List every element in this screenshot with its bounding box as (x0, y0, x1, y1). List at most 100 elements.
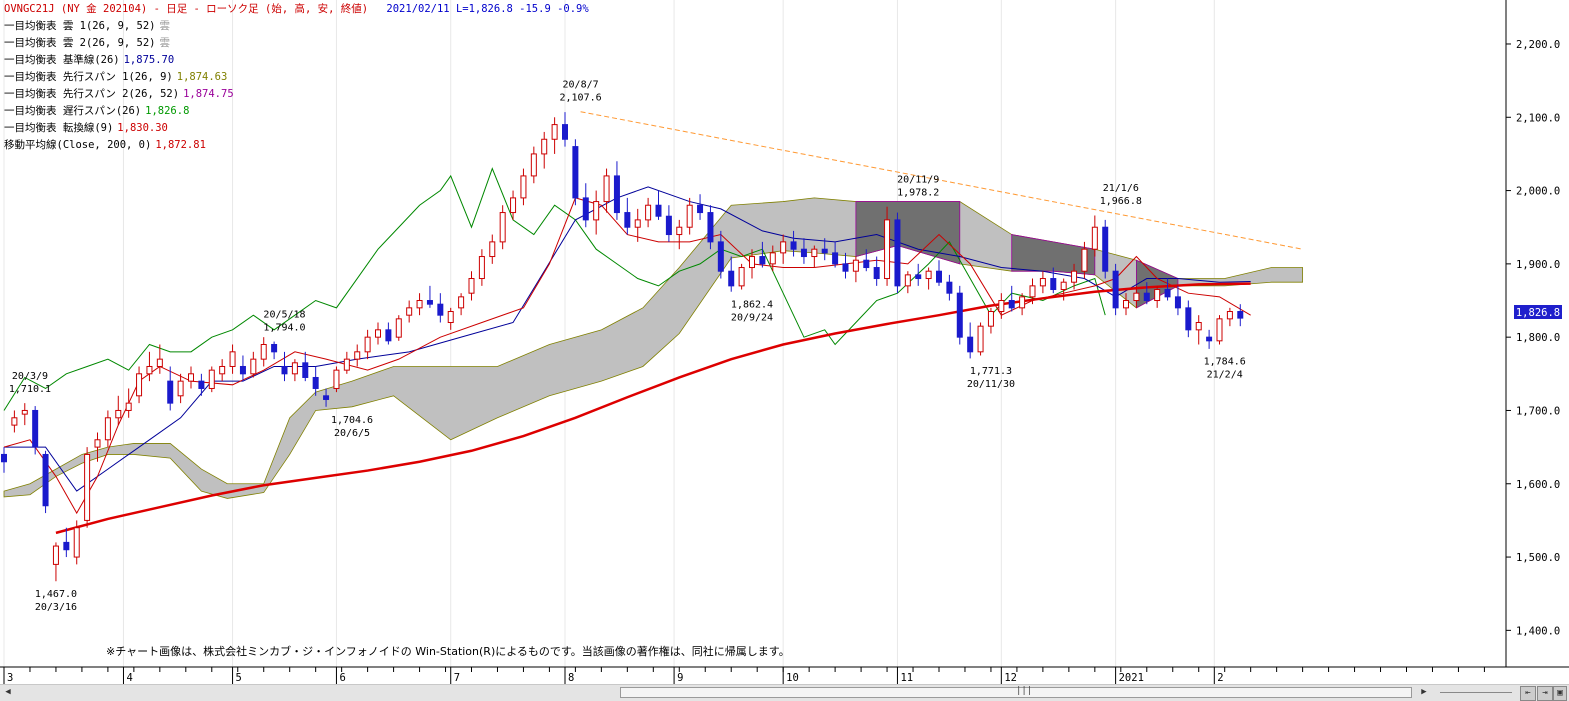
y-tick-label: 2,100.0 (1516, 112, 1560, 124)
x-tick-label: 11 (900, 672, 913, 684)
y-tick-label: 1,600.0 (1516, 479, 1560, 491)
horizontal-scrollbar[interactable]: ◀ ||| ▶ ⇤ ⇥ ▣ (0, 684, 1569, 701)
candle-body (1050, 278, 1057, 291)
candle-body (582, 197, 589, 221)
candle-body (468, 278, 475, 294)
candle-body (686, 204, 693, 228)
annotation-date: 20/11/9 (897, 175, 939, 186)
candle-body (1091, 226, 1098, 250)
candle-body (842, 263, 849, 272)
candle-body (551, 124, 558, 140)
svg-text:1,826.8: 1,826.8 (1516, 307, 1560, 319)
candle-body (84, 453, 91, 521)
candle-body (946, 281, 953, 294)
y-tick-label: 1,500.0 (1516, 552, 1560, 564)
candle-body (458, 296, 465, 309)
y-tick-label: 1,900.0 (1516, 259, 1560, 271)
x-axis: 3 4 5 6 7 8 9 10 11 12 2021 2 (3, 667, 1485, 684)
candle-body (1237, 311, 1244, 319)
y-tick-label: 1,800.0 (1516, 332, 1560, 344)
candle-body (73, 527, 80, 558)
candle-body (281, 365, 288, 375)
annotation-date: 21/1/6 (1103, 183, 1139, 194)
candle-body (364, 336, 371, 353)
annotation-price: 1,467.0 (35, 589, 77, 600)
x-tick-label: 7 (454, 672, 460, 684)
candle-body (250, 358, 257, 375)
annotation-date: 20/6/5 (334, 428, 370, 439)
candle-body (1019, 296, 1026, 309)
candle-body (530, 153, 537, 177)
candle-body (177, 380, 184, 397)
indicator-value: 1,874.63 (176, 71, 228, 83)
x-tick-label: 5 (236, 672, 242, 684)
annotation-date: 20/8/7 (563, 80, 599, 91)
candle-body (790, 241, 797, 250)
indicator-value: 雲 (159, 20, 171, 32)
scroll-right-arrow-icon[interactable]: ▶ (1418, 686, 1430, 699)
scroll-left-arrow-icon[interactable]: ◀ (2, 686, 14, 699)
candle-body (32, 409, 39, 448)
annotation-price: 1,710.1 (9, 384, 51, 395)
candle-body (998, 300, 1005, 313)
candle-body (852, 259, 859, 272)
indicator-label: 一目均衡表 雲 2(26, 9, 52) (4, 37, 156, 49)
candle-body (520, 175, 527, 199)
scroll-grip-icon: ||| (1016, 686, 1033, 696)
candle-body (239, 365, 246, 375)
candle-body (1226, 311, 1233, 320)
candle-body (613, 175, 620, 214)
annotation-price: 1,966.8 (1100, 196, 1142, 207)
candle-body (603, 175, 610, 203)
candle-body (936, 270, 942, 283)
candle-body (967, 336, 974, 353)
indicator-row: 移動平均線(Close, 200, 0) 1,872.81 (4, 137, 206, 154)
annotation-date: 20/11/30 (967, 379, 1015, 390)
candle-body (156, 358, 163, 367)
annotation-price: 1,704.6 (331, 415, 373, 426)
candle-body (104, 417, 111, 441)
indicator-value: 1,875.70 (123, 54, 175, 66)
candle-body (593, 201, 600, 221)
indicator-label: 一目均衡表 先行スパン 2(26, 52) (4, 88, 180, 100)
candle-body (323, 395, 330, 400)
candle-body (717, 241, 724, 272)
candle-body (624, 212, 631, 228)
candle-body (1216, 318, 1223, 342)
chart-title: OVNGC21J (NY 金 202104) - 日足 - ローソク足 (始, … (4, 3, 369, 15)
annotation-date: 21/2/4 (1207, 369, 1243, 380)
candle-body (125, 402, 132, 411)
candle-body (894, 219, 901, 287)
candle-body (188, 373, 194, 382)
annotation-price: 1,794.0 (263, 323, 305, 334)
zoom-slider-icon[interactable] (1440, 686, 1512, 693)
annotation-date: 20/9/24 (731, 312, 773, 323)
x-tick-label: 9 (677, 672, 683, 684)
fit-window-icon[interactable]: ▣ (1553, 686, 1567, 701)
candle-body (21, 409, 28, 415)
candle-body (769, 252, 776, 265)
candle-body (499, 212, 506, 243)
candle-body (676, 226, 683, 236)
zoom-in-icon[interactable]: ⇥ (1537, 686, 1553, 701)
chart-area: 20/3/9 1,710.1 20/3/16 1,467.0 20/5/18 1,794.… (0, 0, 1569, 684)
candle-body (1164, 289, 1171, 298)
indicator-value: 1,830.30 (117, 122, 168, 134)
candle-body (291, 362, 298, 375)
candle-body (333, 369, 340, 389)
candle-body (728, 270, 735, 287)
x-tick-label: 2 (1217, 672, 1223, 684)
zoom-out-icon[interactable]: ⇤ (1520, 686, 1536, 701)
indicator-row: 一目均衡表 遅行スパン(26) 1,826.8 (4, 103, 189, 120)
candle-body (925, 270, 932, 280)
candle-body (832, 252, 839, 265)
candle-body (1185, 307, 1192, 331)
scroll-thumb[interactable]: ||| (620, 686, 1412, 698)
annotation-price: 1,771.3 (970, 366, 1012, 377)
candle-body (821, 248, 828, 254)
candle-body (1008, 300, 1015, 309)
candle-body (343, 358, 350, 371)
annotation-price: 1,784.6 (1204, 356, 1246, 367)
annotation-price: 1,978.2 (897, 188, 939, 199)
candle-body (800, 248, 807, 258)
